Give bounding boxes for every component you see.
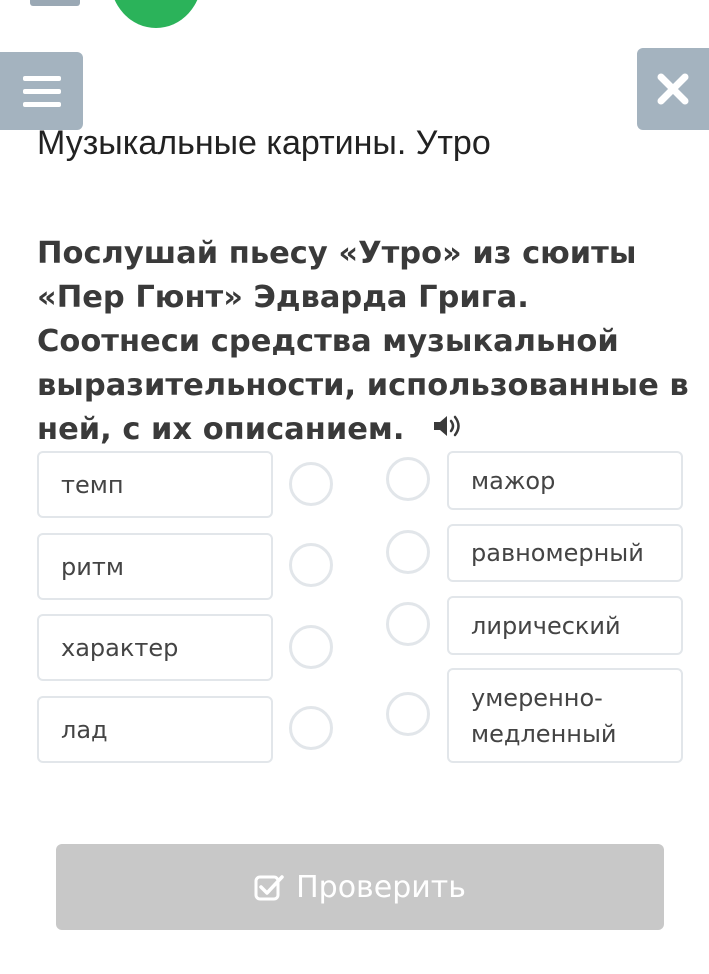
match-left-item[interactable]: лад (37, 696, 273, 763)
speaker-icon[interactable] (432, 409, 464, 453)
top-decor-line (30, 0, 80, 6)
right-connector[interactable] (386, 530, 430, 574)
close-button[interactable] (637, 48, 709, 130)
question-text: Послушай пьесу «Утро» из сюиты «Пер Гюнт… (37, 232, 697, 453)
match-right-item[interactable]: мажор (447, 451, 683, 510)
match-right-item[interactable]: умеренно-медленный (447, 668, 683, 763)
hamburger-icon (22, 75, 61, 81)
left-connector[interactable] (289, 543, 333, 587)
close-icon (657, 73, 689, 105)
checkbox-icon (254, 875, 284, 901)
right-connector[interactable] (386, 457, 430, 501)
match-left-item[interactable]: темп (37, 451, 273, 518)
left-connector[interactable] (289, 462, 333, 506)
question-label: Послушай пьесу «Утро» из сюиты «Пер Гюнт… (37, 236, 689, 447)
match-left-item[interactable]: характер (37, 614, 273, 681)
menu-button[interactable] (0, 52, 83, 130)
match-left-item[interactable]: ритм (37, 533, 273, 600)
left-connector[interactable] (289, 625, 333, 669)
avatar (110, 0, 202, 28)
left-connector[interactable] (289, 706, 333, 750)
right-connector[interactable] (386, 692, 430, 736)
check-button-label: Проверить (296, 869, 466, 905)
match-right-item[interactable]: лирический (447, 596, 683, 655)
check-button[interactable]: Проверить (56, 844, 664, 930)
page-title: Музыкальные картины. Утро (37, 124, 491, 162)
right-connector[interactable] (386, 602, 430, 646)
match-right-item[interactable]: равномерный (447, 524, 683, 582)
